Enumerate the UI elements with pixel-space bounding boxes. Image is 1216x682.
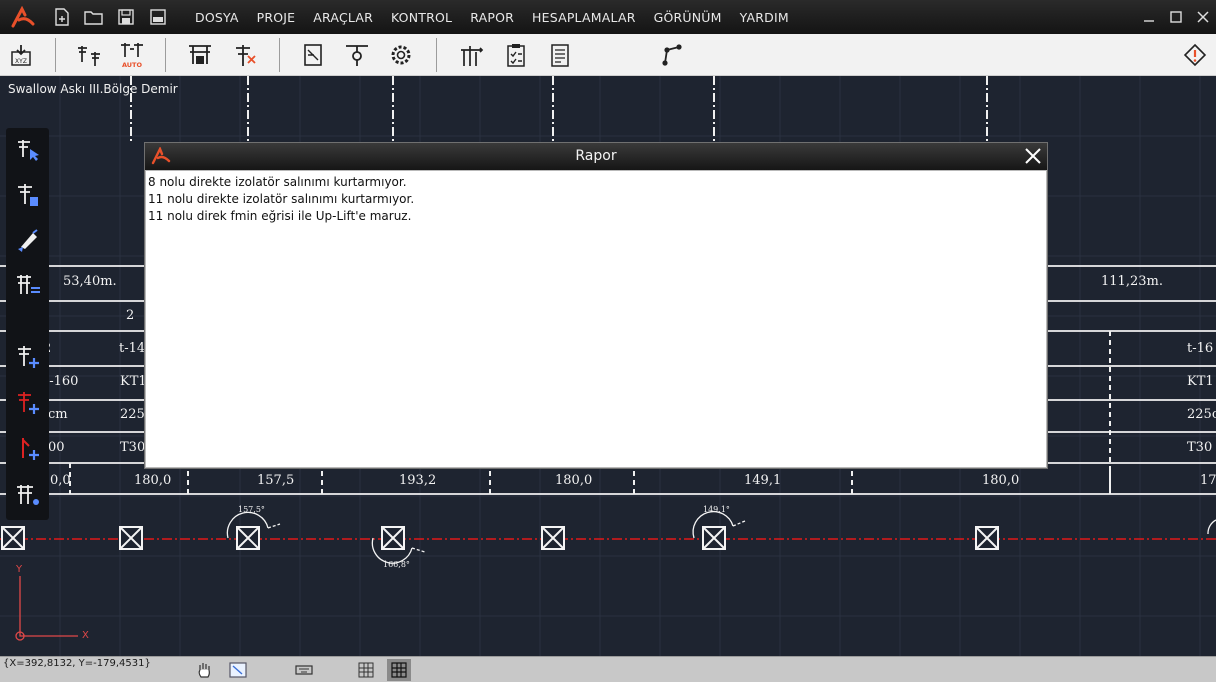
polyline-icon[interactable] xyxy=(656,39,688,71)
toolbar-separator xyxy=(279,38,280,72)
svg-text:XYZ: XYZ xyxy=(15,58,27,65)
table-cell: T30 xyxy=(120,440,146,455)
pan-hand-icon[interactable] xyxy=(192,659,216,681)
close-dialog-icon[interactable] xyxy=(1023,146,1043,166)
span-length-left: 53,40m. xyxy=(63,274,117,289)
menu-gorunum[interactable]: GÖRÜNÜM xyxy=(645,10,731,25)
menu-rapor[interactable]: RAPOR xyxy=(461,10,523,25)
angle-label: 166,8° xyxy=(383,560,410,569)
table-cell: 225c xyxy=(1187,407,1216,422)
app-logo-icon xyxy=(0,0,46,34)
span-value: 17 xyxy=(1200,473,1216,488)
keyboard-icon[interactable] xyxy=(292,659,316,681)
angle-label: 157,5° xyxy=(238,505,265,514)
menu-araclar[interactable]: ARAÇLAR xyxy=(304,10,382,25)
span-value: 193,2 xyxy=(399,473,437,488)
sag-icon[interactable] xyxy=(341,39,373,71)
new-file-icon[interactable] xyxy=(46,0,78,34)
menu-yardim[interactable]: YARDIM xyxy=(731,10,798,25)
table-cell: t-16 xyxy=(1187,341,1214,356)
xyz-import-icon[interactable]: XYZ xyxy=(5,39,37,71)
pole-span-icon[interactable] xyxy=(73,39,105,71)
insulator-icon[interactable] xyxy=(184,39,216,71)
menu-bar: DOSYA PROJE ARAÇLAR KONTROL RAPOR HESAPL… xyxy=(0,0,1216,34)
grid-icon[interactable] xyxy=(354,659,378,681)
warning-icon[interactable] xyxy=(1179,39,1211,71)
span-value: 180,0 xyxy=(982,473,1020,488)
table-cell: t-14 xyxy=(119,341,146,356)
span-value: 157,5 xyxy=(257,473,295,488)
toolbar-separator xyxy=(436,38,437,72)
select-pole-icon[interactable] xyxy=(11,133,45,167)
close-window-icon[interactable] xyxy=(1189,0,1216,34)
settings-gear-icon[interactable] xyxy=(385,39,417,71)
pole-span-auto-icon[interactable]: AUTO xyxy=(116,39,148,71)
save-icon[interactable] xyxy=(110,0,142,34)
span-value: 180,0 xyxy=(134,473,172,488)
table-cell: KT1 xyxy=(120,374,147,389)
menu-hesaplamalar[interactable]: HESAPLAMALAR xyxy=(523,10,645,25)
angle-label: 149,1° xyxy=(703,505,730,514)
table-cell: T30 xyxy=(1187,440,1213,455)
delete-pole-icon[interactable] xyxy=(11,178,45,212)
table-cell: 2 xyxy=(126,308,135,323)
table-cell: KT1 xyxy=(1187,374,1214,389)
toolbar-separator xyxy=(55,38,56,72)
menu-proje[interactable]: PROJE xyxy=(248,10,305,25)
report-text-area[interactable]: 8 nolu direkte izolatör salınımı kurtarm… xyxy=(146,171,1046,467)
window-controls xyxy=(1135,0,1216,34)
pole-remove-icon[interactable] xyxy=(228,39,260,71)
profile-report-icon[interactable] xyxy=(297,39,329,71)
add-pole-icon[interactable] xyxy=(11,340,45,374)
add-pole-red-icon[interactable] xyxy=(11,386,45,420)
axis-x-label: X xyxy=(82,630,89,641)
table-cell: J-160 xyxy=(44,374,79,389)
span-value: 0,0 xyxy=(50,473,71,488)
pole-chart-icon[interactable] xyxy=(456,39,488,71)
snap-grid-icon[interactable] xyxy=(387,659,411,681)
span-value: 180,0 xyxy=(555,473,593,488)
pole-properties-icon[interactable] xyxy=(11,478,45,512)
span-value: 149,1 xyxy=(744,473,782,488)
report-dialog: Rapor 8 nolu direkte izolatör salınımı k… xyxy=(144,142,1048,469)
main-menu: DOSYA PROJE ARAÇLAR KONTROL RAPOR HESAPL… xyxy=(186,10,798,25)
checklist-icon[interactable] xyxy=(500,39,532,71)
maximize-icon[interactable] xyxy=(1162,0,1189,34)
application-window: DOSYA PROJE ARAÇLAR KONTROL RAPOR HESAPL… xyxy=(0,0,1216,682)
dialog-title: Rapor xyxy=(575,148,617,164)
status-bar: {X=392,8132, Y=-179,4531} xyxy=(0,656,1216,682)
cursor-coordinates: {X=392,8132, Y=-179,4531} xyxy=(3,658,151,669)
menu-dosya[interactable]: DOSYA xyxy=(186,10,248,25)
table-cell: cm xyxy=(48,407,68,422)
pole-paint-icon[interactable] xyxy=(11,223,45,257)
minimize-icon[interactable] xyxy=(1135,0,1162,34)
span-length-right: 111,23m. xyxy=(1101,274,1163,289)
svg-text:AUTO: AUTO xyxy=(122,61,143,69)
add-angle-pole-icon[interactable] xyxy=(11,432,45,466)
menu-kontrol[interactable]: KONTROL xyxy=(382,10,461,25)
report-line: 11 nolu direkte izolatör salınımı kurtar… xyxy=(148,192,415,206)
report-line: 11 nolu direk fmin eğrisi ile Up-Lift'e … xyxy=(148,209,412,223)
tool-palette xyxy=(6,128,49,520)
axis-y-label: Y xyxy=(16,564,23,575)
table-cell: 225 xyxy=(120,407,145,422)
pole-align-icon[interactable] xyxy=(11,268,45,302)
project-label: Swallow Askı III.Bölge Demir xyxy=(8,82,178,96)
zoom-window-icon[interactable] xyxy=(226,659,250,681)
document-icon[interactable] xyxy=(544,39,576,71)
dialog-title-bar[interactable]: Rapor xyxy=(145,143,1047,170)
open-folder-icon[interactable] xyxy=(78,0,110,34)
save-pdf-icon[interactable] xyxy=(142,0,174,34)
toolbar-separator xyxy=(165,38,166,72)
report-line: 8 nolu direkte izolatör salınımı kurtarm… xyxy=(148,175,407,189)
main-toolbar: XYZ AUTO xyxy=(0,34,1216,76)
table-cell: 00 xyxy=(48,440,65,455)
